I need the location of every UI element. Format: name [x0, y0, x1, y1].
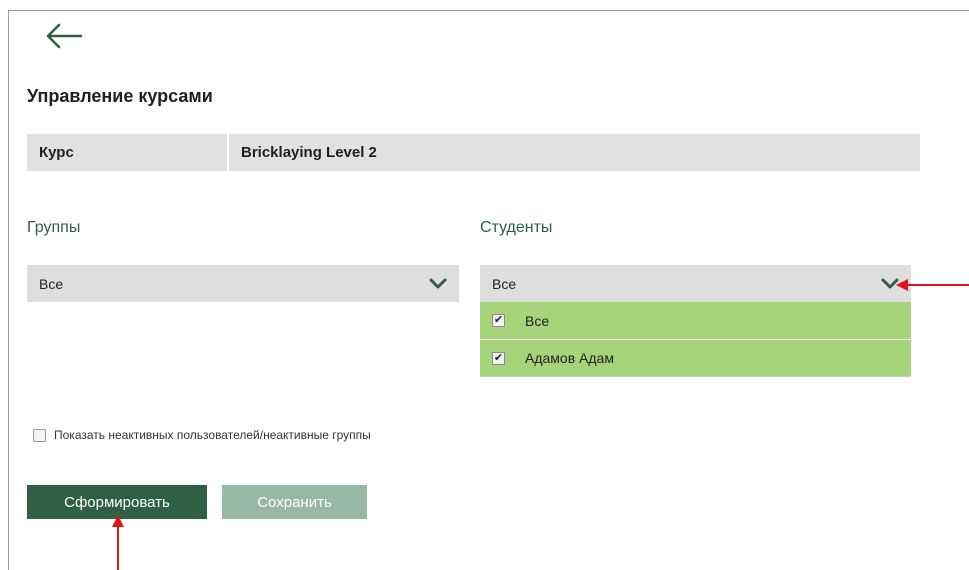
- frame-border-left: [8, 10, 9, 570]
- checkbox-checked[interactable]: ✔: [492, 314, 505, 327]
- course-label: Курс: [27, 134, 229, 171]
- chevron-down-icon: [429, 278, 447, 290]
- groups-select-value: Все: [39, 275, 64, 292]
- show-inactive-checkbox[interactable]: [33, 428, 46, 442]
- generate-button[interactable]: Сформировать: [27, 485, 207, 519]
- groups-select[interactable]: Все: [27, 265, 459, 302]
- students-select[interactable]: Все: [480, 265, 911, 302]
- course-info-bar: Курс Bricklaying Level 2: [27, 134, 920, 171]
- students-label: Студенты: [480, 219, 553, 236]
- groups-label: Группы: [27, 219, 81, 236]
- save-button[interactable]: Сохранить: [222, 485, 367, 519]
- students-dropdown-list: ✔ Все ✔ Адамов Адам: [480, 302, 911, 377]
- checkbox-checked[interactable]: ✔: [492, 351, 505, 365]
- course-value: Bricklaying Level 2: [241, 144, 377, 161]
- page-title: Управление курсами: [27, 86, 213, 106]
- show-inactive-toggle[interactable]: Показать неактивных пользователей/неакти…: [33, 428, 371, 442]
- option-label: Все: [525, 312, 550, 329]
- show-inactive-label: Показать неактивных пользователей/неакти…: [54, 428, 371, 442]
- back-button[interactable]: [44, 22, 84, 50]
- students-select-value: Все: [492, 275, 517, 292]
- arrow-left-icon: [46, 23, 83, 49]
- option-label: Адамов Адам: [525, 350, 614, 366]
- students-option-all[interactable]: ✔ Все: [480, 302, 911, 339]
- frame-border-top: [8, 10, 969, 11]
- students-option-adamov[interactable]: ✔ Адамов Адам: [480, 339, 911, 376]
- annotation-arrow-left-icon: [896, 279, 969, 291]
- annotation-arrow-up-icon: [112, 515, 124, 570]
